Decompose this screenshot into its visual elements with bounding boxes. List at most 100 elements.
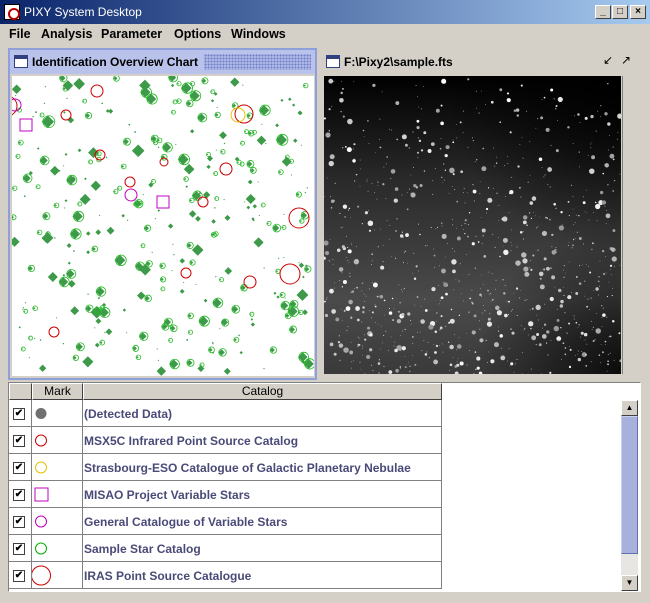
image-star [362,306,365,309]
image-star [503,249,509,255]
table-vertical-scrollbar[interactable]: ▲ ▼ [621,400,638,591]
close-icon[interactable]: × [630,5,646,19]
image-star [368,229,372,232]
image-star [597,110,599,112]
image-star [479,288,481,290]
catalog-visible-checkbox[interactable]: ✔ [13,489,25,501]
detected-star-mark [283,213,285,216]
catalog-visible-checkbox[interactable]: ✔ [13,570,25,582]
image-star [353,259,360,265]
table-row[interactable]: ✔ Strasbourg-ESO Catalogue of Galactic Pl… [9,454,442,481]
catalog-visible-checkbox[interactable]: ✔ [13,543,25,555]
menu-parameter[interactable]: Parameter [101,27,162,41]
image-star [353,80,355,82]
frame-window-icon [14,55,28,68]
detected-star-mark [224,214,231,221]
image-star [341,147,344,149]
table-row[interactable]: ✔ IRAS Point Source Catalogue [9,562,442,589]
catalog-overlay-mark [197,196,209,208]
detected-star-mark [84,177,87,181]
chart-frame-title-bar[interactable]: Identification Overview Chart [10,50,315,74]
detected-star-mark [114,254,126,266]
image-star [595,130,597,132]
maximize-icon[interactable]: □ [612,5,628,19]
scroll-up-icon[interactable]: ▲ [621,400,638,416]
detected-star-mark [253,237,264,248]
image-star [416,126,420,130]
image-star [550,144,552,146]
image-star [336,248,341,253]
menu-file[interactable]: File [9,27,31,41]
menu-analysis[interactable]: Analysis [41,27,92,41]
catalog-visible-checkbox[interactable]: ✔ [13,408,25,420]
catalog-visible-checkbox[interactable]: ✔ [13,462,25,474]
image-star [531,307,534,310]
image-star [338,267,344,272]
image-star [399,367,401,369]
catalog-name: Strasbourg-ESO Catalogue of Galactic Pla… [84,461,411,475]
image-star [438,284,440,286]
image-star [459,121,462,124]
image-star [578,214,580,217]
image-star [383,299,386,302]
fits-image-view[interactable] [324,76,621,374]
detected-star-mark [32,115,35,118]
image-star [507,156,509,158]
image-star [410,192,416,198]
catalog-visible-checkbox[interactable]: ✔ [13,516,25,528]
menu-windows[interactable]: Windows [231,27,286,41]
image-star [574,355,576,356]
expand-icon[interactable]: ↗ [619,54,633,68]
window-title-bar[interactable]: PIXY System Desktop _ □ × [0,0,650,24]
catalog-visible-checkbox[interactable]: ✔ [13,435,25,447]
detected-star-mark [78,203,80,205]
image-star [365,295,367,297]
detected-star-mark [39,156,48,165]
image-star [604,344,606,346]
menu-options[interactable]: Options [174,27,221,41]
column-header-mark[interactable]: Mark [32,383,83,400]
table-row[interactable]: ✔ (Detected Data) [9,400,442,427]
image-star [541,230,548,237]
minimize-icon[interactable]: _ [595,5,611,19]
image-star [384,314,386,316]
image-star [427,341,429,343]
table-row[interactable]: ✔ Sample Star Catalog [9,535,442,562]
image-frame-title-bar[interactable]: F:\Pixy2\sample.fts ↙ ↗ [322,50,639,74]
identification-chart-canvas[interactable] [12,76,314,376]
image-star [446,242,448,244]
column-header-check[interactable] [9,383,32,400]
detected-star-mark [302,275,305,279]
scroll-thumb[interactable] [621,416,638,554]
image-star [596,313,598,315]
detected-star-mark [256,135,267,146]
detected-star-mark [219,328,221,330]
image-star [502,237,508,243]
image-star [368,210,369,212]
scroll-down-icon[interactable]: ▼ [621,575,638,591]
image-star [342,115,345,118]
column-header-catalog[interactable]: Catalog [83,383,442,400]
image-star [324,313,329,318]
table-row[interactable]: ✔ MSX5C Infrared Point Source Catalog [9,427,442,454]
image-star [579,336,581,338]
image-star [553,98,555,100]
image-star [509,190,514,195]
image-star [593,211,594,213]
image-star [604,205,606,207]
detected-star-mark [171,269,173,272]
table-row[interactable]: ✔ General Catalogue of Variable Stars [9,508,442,535]
image-star [573,238,575,241]
detected-star-mark [197,113,206,122]
detected-star-mark [137,291,146,300]
image-star [610,274,612,276]
image-star [324,195,326,197]
image-star [589,143,591,145]
image-star [557,120,559,122]
restore-icon[interactable]: ↙ [601,54,615,68]
image-star [485,207,489,211]
table-row[interactable]: ✔ MISAO Project Variable Stars [9,481,442,508]
image-vertical-scrollbar[interactable] [622,76,637,374]
image-star [464,232,466,235]
image-star [417,156,419,158]
